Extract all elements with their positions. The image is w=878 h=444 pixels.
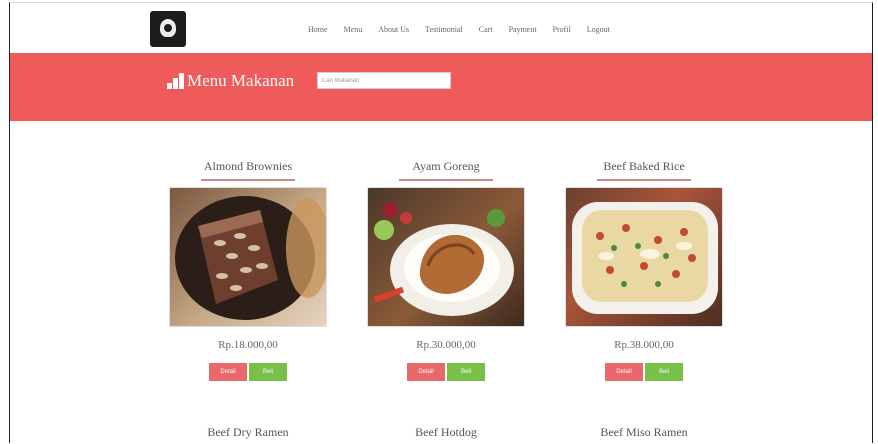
menu-item-image xyxy=(169,187,327,327)
bar-chart-icon xyxy=(167,73,185,89)
site-logo[interactable] xyxy=(150,11,186,47)
menu-item-name: Beef Miso Ramen xyxy=(600,425,688,439)
nav-link-testimonial[interactable]: Testimonial xyxy=(417,25,471,34)
menu-item-image xyxy=(565,187,723,327)
title-underline xyxy=(399,179,493,181)
nav-links: Home Menu About Us Testimonial Cart Paym… xyxy=(300,25,618,34)
title-underline xyxy=(201,179,295,181)
card-actions: Detail Beli xyxy=(168,363,328,381)
detail-button[interactable]: Detail xyxy=(407,363,445,381)
buy-button[interactable]: Beli xyxy=(249,363,287,381)
search-input[interactable] xyxy=(317,72,451,89)
menu-item-name: Ayam Goreng xyxy=(412,159,480,173)
detail-button[interactable]: Detail xyxy=(209,363,247,381)
buy-button[interactable]: Beli xyxy=(447,363,485,381)
nav-link-menu[interactable]: Menu xyxy=(336,25,371,34)
browser-frame: Home Menu About Us Testimonial Cart Paym… xyxy=(9,2,873,443)
menu-banner: Menu Makanan xyxy=(10,53,872,121)
nav-link-profil[interactable]: Profil xyxy=(545,25,579,34)
menu-item-name: Beef Dry Ramen xyxy=(207,425,289,439)
menu-item-image xyxy=(367,187,525,327)
menu-item-name: Beef Hotdog xyxy=(415,425,477,439)
navbar: Home Menu About Us Testimonial Cart Paym… xyxy=(10,3,872,53)
detail-button[interactable]: Detail xyxy=(605,363,643,381)
page-title: Menu Makanan xyxy=(187,71,295,90)
menu-item-name: Beef Baked Rice xyxy=(603,159,685,173)
menu-item-price: Rp.30.000,00 xyxy=(416,339,476,351)
menu-card: Almond Brownies Rp.18.000,00 Detail Beli xyxy=(168,157,328,381)
nav-link-home[interactable]: Home xyxy=(300,25,336,34)
nav-link-logout[interactable]: Logout xyxy=(579,25,618,34)
menu-card: Ayam Goreng Rp.30.000,00 Detail Beli xyxy=(366,157,526,381)
menu-item-name: Almond Brownies xyxy=(203,159,293,173)
buy-button[interactable]: Beli xyxy=(645,363,683,381)
nav-link-payment[interactable]: Payment xyxy=(501,25,545,34)
nav-link-cart[interactable]: Cart xyxy=(471,25,501,34)
menu-card: Beef Baked Rice Rp.38.000,00 Detail Beli xyxy=(564,157,724,381)
nav-link-about[interactable]: About Us xyxy=(370,25,417,34)
title-underline xyxy=(597,179,691,181)
card-actions: Detail Beli xyxy=(366,363,526,381)
card-actions: Detail Beli xyxy=(564,363,724,381)
menu-item-price: Rp.38.000,00 xyxy=(614,339,674,351)
menu-item-price: Rp.18.000,00 xyxy=(218,339,278,351)
